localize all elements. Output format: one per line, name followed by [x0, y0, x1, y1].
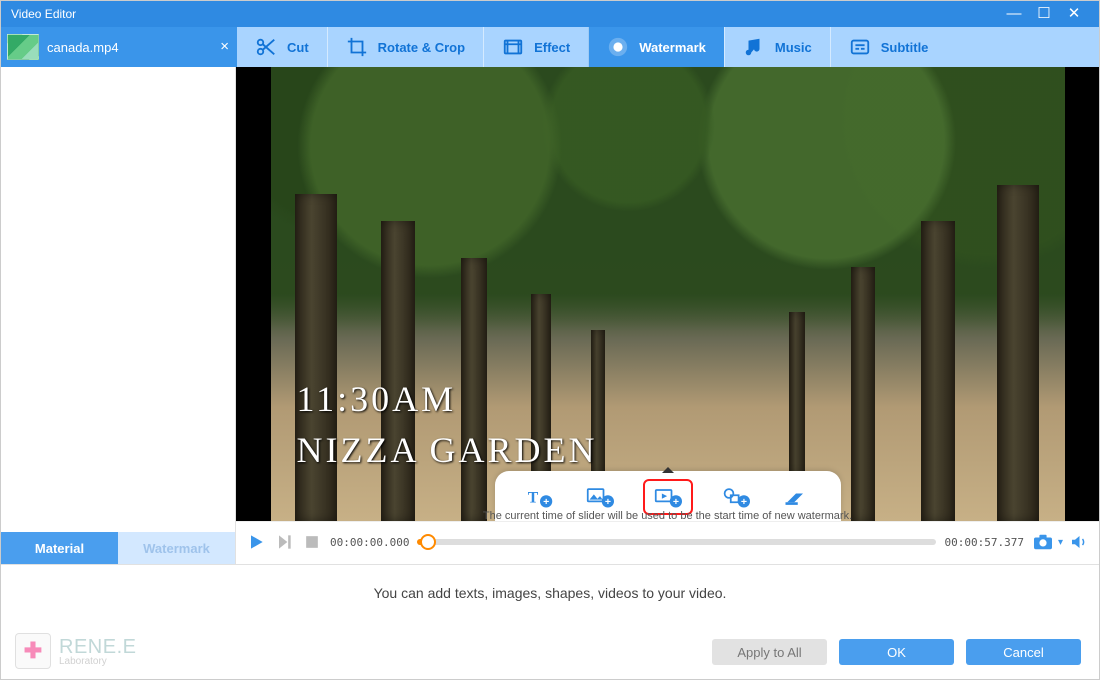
svg-text:+: + — [740, 496, 746, 508]
shape-plus-icon: + — [722, 485, 750, 509]
volume-icon[interactable] — [1067, 533, 1089, 551]
watermark-icon — [607, 36, 629, 58]
tab-music[interactable]: Music — [724, 27, 830, 67]
current-time: 00:00:00.000 — [330, 536, 409, 549]
ok-button[interactable]: OK — [839, 639, 954, 665]
footer-message: You can add texts, images, shapes, video… — [1, 585, 1099, 601]
add-text-watermark-button[interactable]: T+ — [523, 483, 557, 511]
tab-subtitle[interactable]: Subtitle — [830, 27, 947, 67]
left-tab-material[interactable]: Material — [1, 532, 118, 564]
stop-button[interactable] — [302, 532, 322, 552]
snapshot-controls: ▾ — [1032, 533, 1089, 551]
scissors-icon — [255, 36, 277, 58]
material-list[interactable] — [1, 67, 235, 532]
subtitle-icon — [849, 36, 871, 58]
video-plus-icon: + — [654, 485, 682, 509]
total-time: 00:00:57.377 — [944, 536, 1023, 549]
timeline-hint: The current time of slider will be used … — [236, 510, 1099, 522]
timeline: The current time of slider will be used … — [236, 521, 1099, 562]
close-window-button[interactable]: ✕ — [1059, 1, 1089, 27]
seek-handle[interactable] — [420, 534, 436, 550]
tab-rotate-crop[interactable]: Rotate & Crop — [327, 27, 483, 67]
file-thumbnail — [7, 34, 39, 60]
right-panel: 11:30AM NIZZA GARDEN T+ + + — [236, 67, 1099, 564]
play-button[interactable] — [246, 532, 266, 552]
maximize-button[interactable]: ☐ — [1029, 1, 1059, 27]
eraser-icon — [782, 485, 810, 509]
overlay-line1: 11:30AM — [297, 374, 598, 424]
tab-cut[interactable]: Cut — [237, 27, 327, 67]
tab-rotate-label: Rotate & Crop — [378, 40, 465, 55]
music-icon — [743, 36, 765, 58]
tab-music-label: Music — [775, 40, 812, 55]
tab-watermark[interactable]: Watermark — [588, 27, 724, 67]
seek-track[interactable] — [417, 539, 936, 545]
svg-text:+: + — [604, 496, 610, 508]
app-window: Video Editor — ☐ ✕ canada.mp4 × Cut Rota… — [0, 0, 1100, 680]
tab-watermark-label: Watermark — [639, 40, 706, 55]
close-file-icon[interactable]: × — [220, 38, 229, 55]
image-plus-icon: + — [586, 485, 614, 509]
step-button[interactable] — [274, 532, 294, 552]
brand-logo: ✚ RENE.E Laboratory — [15, 633, 136, 669]
brand-badge-icon: ✚ — [15, 633, 51, 669]
left-tab-watermark[interactable]: Watermark — [118, 532, 235, 564]
cancel-button[interactable]: Cancel — [966, 639, 1081, 665]
open-file-tab[interactable]: canada.mp4 × — [1, 27, 237, 67]
svg-text:+: + — [543, 496, 549, 508]
left-bottom-tabs: Material Watermark — [1, 532, 235, 564]
tab-effect[interactable]: Effect — [483, 27, 588, 67]
effect-icon — [502, 36, 524, 58]
preview-overlay-text: 11:30AM NIZZA GARDEN — [297, 374, 598, 475]
camera-dropdown-icon[interactable]: ▾ — [1058, 537, 1063, 548]
titlebar: Video Editor — ☐ ✕ — [1, 1, 1099, 27]
left-panel: Material Watermark — [1, 67, 236, 564]
ribbon: canada.mp4 × Cut Rotate & Crop Effect Wa… — [1, 27, 1099, 67]
video-preview[interactable]: 11:30AM NIZZA GARDEN T+ + + — [271, 67, 1065, 521]
camera-icon[interactable] — [1032, 533, 1054, 551]
preview-area: 11:30AM NIZZA GARDEN T+ + + — [236, 67, 1099, 521]
add-shape-watermark-button[interactable]: + — [719, 483, 753, 511]
footer-buttons: Apply to All OK Cancel — [1, 639, 1099, 679]
text-plus-icon: T+ — [526, 485, 554, 509]
tab-cut-label: Cut — [287, 40, 309, 55]
apply-to-all-button[interactable]: Apply to All — [712, 639, 827, 665]
tab-subtitle-label: Subtitle — [881, 40, 929, 55]
add-image-watermark-button[interactable]: + — [583, 483, 617, 511]
main-tabs: Cut Rotate & Crop Effect Watermark Music… — [237, 27, 1099, 67]
overlay-line2: NIZZA GARDEN — [297, 425, 598, 475]
body: Material Watermark — [1, 67, 1099, 564]
tab-effect-label: Effect — [534, 40, 570, 55]
window-title: Video Editor — [11, 7, 999, 21]
svg-text:+: + — [672, 496, 678, 508]
minimize-button[interactable]: — — [999, 1, 1029, 27]
brand-name: RENE.E — [59, 636, 136, 658]
footer: You can add texts, images, shapes, video… — [1, 564, 1099, 679]
remove-watermark-button[interactable] — [779, 483, 813, 511]
svg-text:T: T — [527, 489, 538, 506]
crop-icon — [346, 36, 368, 58]
file-name: canada.mp4 — [47, 40, 119, 55]
